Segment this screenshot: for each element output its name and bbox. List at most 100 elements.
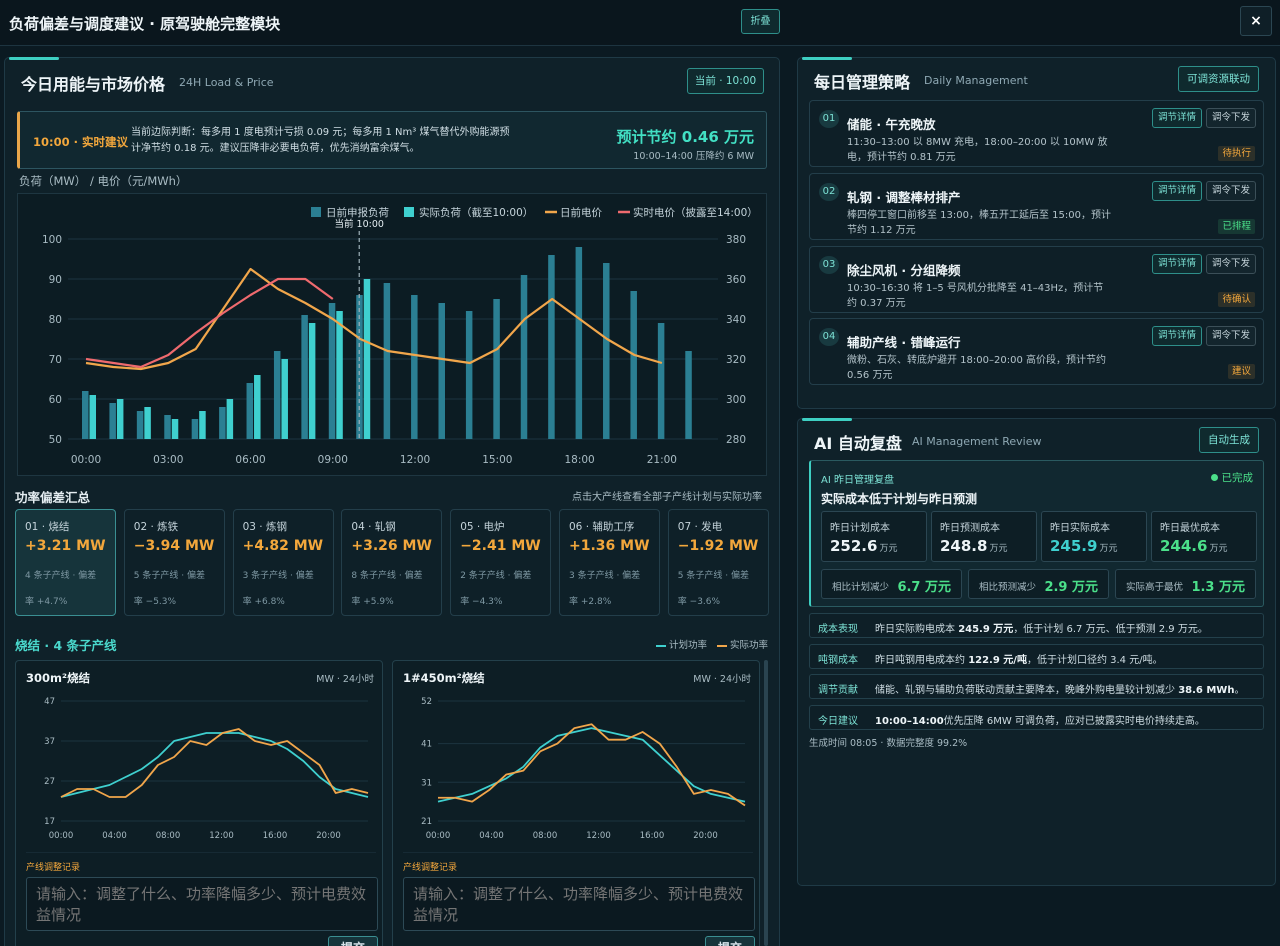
deviation-desc: 4 条子产线 · 偏差 [25,571,97,581]
plan-power-line [437,727,746,803]
realtime-price-line [85,277,334,369]
current-time-label: 当前 10:00 [335,218,384,230]
cost-value: 244.6 万元 [1160,537,1227,555]
strategy-desc: 棒四停工窗口前移至 13:00，棒五开工延后至 15:00，预计节约 1.12 … [847,210,1111,236]
cost-label: 昨日预测成本 [940,523,1000,534]
cost-unit: 万元 [1099,544,1118,554]
deviation-card[interactable]: 07 · 发电 −1.92 MW 5 条子产线 · 偏差率 −3.6% [667,509,769,616]
deviation-card[interactable]: 05 · 电炉 −2.41 MW 2 条子产线 · 偏差率 −4.3% [450,509,552,616]
deviation-value: −2.41 MW [460,538,541,554]
status-text: 已完成 [1221,472,1254,484]
review-row-key: 调节贡献 [818,685,858,696]
review-row-post: 。 [1234,685,1245,696]
legend-actual-label: 实际功率 [730,640,769,651]
actual-load-bar [89,395,96,439]
diff-label: 实际高于最优 [1126,582,1184,593]
cost-unit: 万元 [1209,544,1228,554]
y2-tick-label: 360 [726,274,746,286]
deviation-rate: 率 +5.9% [351,597,394,607]
plan-load-bar [191,419,199,439]
deviation-card[interactable]: 06 · 辅助工序 +1.36 MW 3 条子产线 · 偏差率 +2.8% [559,509,660,616]
strategy-number: 02 [819,183,839,201]
x-tick-label: 08:00 [156,831,181,841]
subline-unit: MW · 24小时 [316,674,374,685]
adjust-detail-button[interactable]: 调节详情 [1152,181,1202,201]
plan-load-bar [383,283,391,439]
chart-legend-item: 实时电价（披露至14:00） [618,206,758,219]
scrollbar[interactable] [764,660,768,946]
status-badge: 已排程 [1218,219,1255,234]
strategy-card: 01 储能 · 午充晚放 11:30–13:00 以 8MW 充电，18:00–20… [809,100,1264,167]
legend-label: 实时电价（披露至14:00） [633,206,758,219]
advice-text: 当前边际判断：每多用 1 度电预计亏损 0.09 元；每多用 1 Nm³ 煤气替… [131,127,510,154]
panel-accent [802,418,852,421]
deviation-rate: 率 +6.8% [242,597,285,607]
review-row-bold: 10:00–14:00 [875,715,944,727]
cost-number: 248.8 [940,537,988,555]
adjust-record-input[interactable] [403,877,755,931]
adjust-detail-button[interactable]: 调节详情 [1152,254,1202,274]
diff-box: 相比计划减少 6.7 万元 [821,569,962,599]
strategy-card: 02 轧钢 · 调整棒材排产 棒四停工窗口前移至 13:00，棒五开工延后至 15:… [809,173,1264,240]
dispatch-button[interactable]: 调令下发 [1206,326,1256,346]
dispatch-button[interactable]: 调令下发 [1206,181,1256,201]
actual-load-bar [308,323,316,439]
submit-button[interactable]: 提交 [705,936,755,946]
current-time-button[interactable]: 当前 · 10:00 [687,68,764,94]
x-tick-label: 20:00 [316,831,341,841]
actual-load-bar [171,419,179,439]
strategy-number: 03 [819,256,839,274]
strategy-title: 除尘风机 · 分组降频 [847,263,961,278]
chart-legend-item: 日前申报负荷 [311,206,389,219]
dispatch-button[interactable]: 调令下发 [1206,254,1256,274]
deviation-card[interactable]: 04 · 轧钢 +3.26 MW 8 条子产线 · 偏差率 +5.9% [341,509,443,616]
deviation-rate: 率 −5.3% [133,597,177,607]
adjust-record-input[interactable] [26,877,378,931]
cost-value: 252.6 万元 [830,537,897,555]
auto-generate-button[interactable]: 自动生成 [1199,427,1259,453]
subline-chart-450: 21 31 41 52 00:00 04:00 08:00 12:00 16:00 20:00 [403,697,753,853]
plan-load-bar [548,255,555,439]
cost-label: 昨日最优成本 [1160,523,1220,534]
legend-actual: 实际功率 [717,637,768,651]
submit-button[interactable]: 提交 [328,936,378,946]
deviation-desc: 3 条子产线 · 偏差 [242,571,314,581]
review-row-bold: 122.9 元/吨 [968,654,1027,666]
deviation-card[interactable]: 03 · 炼钢 +4.82 MW 3 条子产线 · 偏差率 +6.8% [232,509,334,616]
legend-label: 实际负荷（截至10:00） [419,206,533,219]
actual-power-line [438,723,746,807]
x-tick-label: 12:00 [586,831,611,841]
plan-load-bar [328,303,336,439]
dispatch-button[interactable]: 调令下发 [1206,108,1256,128]
deviation-name: 05 · 电炉 [460,521,505,533]
actual-load-bar [116,399,124,439]
deviation-value: +3.26 MW [351,538,432,554]
deviation-value: +3.21 MW [25,538,106,554]
adjust-detail-button[interactable]: 调节详情 [1152,326,1202,346]
x-tick-label: 04:00 [102,831,127,841]
adjust-record-label: 产线调整记录 [26,863,81,873]
close-button[interactable]: × [1240,6,1272,36]
review-row-text: 10:00–14:00优先压降 6MW 可调负荷，应对已披露实时电价持续走高。 [875,712,1205,727]
y-tick-label: 50 [49,434,62,446]
deviation-card[interactable]: 02 · 炼铁 −3.94 MW 5 条子产线 · 偏差率 −5.3% [123,509,225,616]
x-tick-label: 00:00 [71,454,101,466]
cost-label: 昨日实际成本 [1050,523,1110,534]
legend-swatch [311,207,321,217]
y-tick-label: 27 [44,777,55,787]
deviation-card[interactable]: 01 · 烧结 +3.21 MW 4 条子产线 · 偏差率 +4.7% [15,509,116,616]
x-tick-label: 03:00 [153,454,183,466]
adjust-detail-button[interactable]: 调节详情 [1152,108,1202,128]
deviation-desc: 5 条子产线 · 偏差 [133,571,205,581]
legend-plan-label: 计划功率 [669,640,708,651]
subline-title: 300m²烧结 [26,671,91,685]
deviation-rate: 率 −4.3% [460,597,503,607]
review-row-key: 吨钢成本 [818,654,858,666]
chart-legend-item: 实际负荷（截至10:00） [404,206,533,219]
plan-load-bar [411,295,418,439]
load-price-subtitle: 24H Load & Price [179,76,274,89]
review-row-post: ，低于计划口径约 3.4 元/吨。 [1026,654,1163,666]
fold-button[interactable]: 折叠 [741,9,780,34]
resource-link-button[interactable]: 可调资源联动 [1178,66,1259,92]
advice-saving: 预计节约 0.46 万元 [616,128,754,146]
